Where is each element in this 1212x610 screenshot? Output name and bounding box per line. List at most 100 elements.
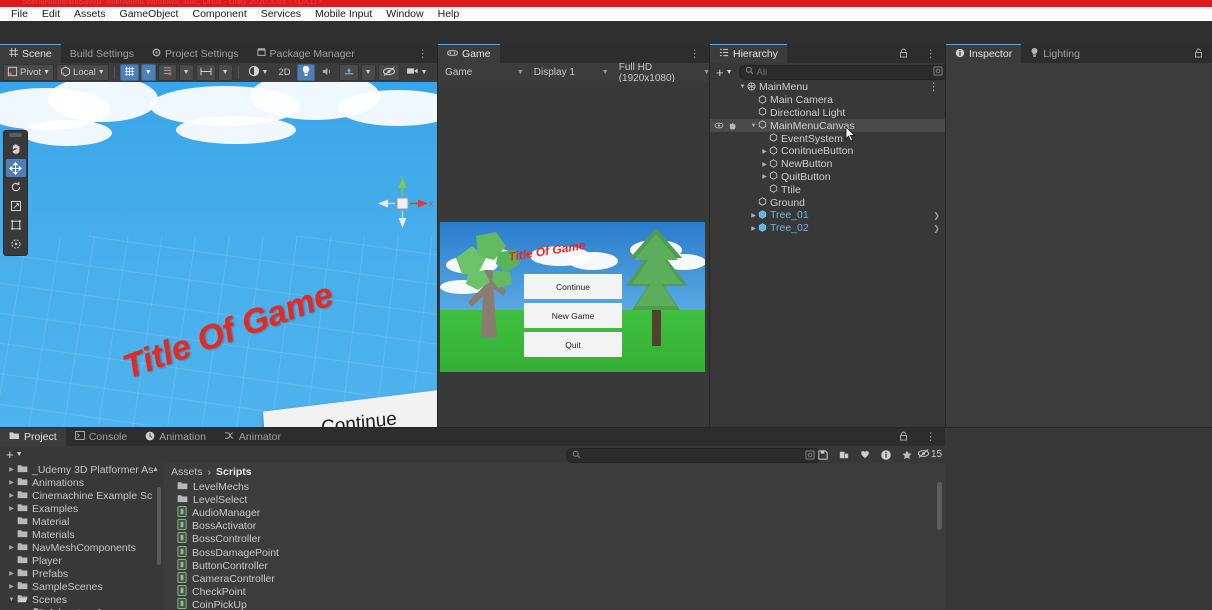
project-tree-item--udemy-3d-platformer-as[interactable]: ▶_Udemy 3D Platformer As▲ <box>0 463 163 476</box>
project-panel-menu[interactable]: ⋮ <box>917 428 946 446</box>
menu-item-assets[interactable]: Assets <box>67 7 113 21</box>
chevron-right-icon[interactable]: ❯ <box>933 211 940 220</box>
hierarchy-item-eventsystem[interactable]: EventSystem <box>710 132 945 145</box>
expand-arrow[interactable]: ▶ <box>6 505 17 512</box>
project-list-scrollbar[interactable] <box>937 482 942 530</box>
project-asset-cameracontroller[interactable]: CameraController <box>163 572 945 585</box>
expand-arrow[interactable]: ▶ <box>760 161 769 168</box>
expand-arrow[interactable]: ▶ <box>760 173 769 180</box>
breadcrumb-root[interactable]: Assets <box>171 466 203 478</box>
game-viewport[interactable]: Title Of Game Continue New Game Quit <box>438 82 709 427</box>
align-dropdown[interactable]: ▼ <box>218 64 233 81</box>
expand-arrow[interactable]: ▶ <box>6 479 17 486</box>
project-asset-list[interactable]: LevelMechsLevelSelectAudioManagerBossAct… <box>163 480 945 610</box>
hierarchy-item-tree-01[interactable]: ▶Tree_01❯ <box>710 209 945 222</box>
expand-arrow[interactable]: ▶ <box>6 570 17 577</box>
project-tree-item-adventureave[interactable]: AdventureAve <box>0 606 163 610</box>
project-tree-item-samplescenes[interactable]: ▶SampleScenes <box>0 580 163 593</box>
menu-item-component[interactable]: Component <box>185 7 253 21</box>
hierarchy-item-mainmenu[interactable]: ▼MainMenu⋮ <box>710 81 945 94</box>
hierarchy-item-directional-light[interactable]: Directional Light <box>710 107 945 120</box>
expand-arrow[interactable]: ▶ <box>6 583 17 590</box>
project-tree-item-materials[interactable]: Materials <box>0 528 163 541</box>
hierarchy-add-button[interactable]: + ▼ <box>714 65 735 80</box>
expand-arrow[interactable]: ▶ <box>6 492 17 499</box>
game-display-dropdown[interactable]: Display 1 ▼ <box>531 65 612 80</box>
expand-arrow[interactable]: ▶ <box>760 148 769 155</box>
rect-tool[interactable] <box>6 216 26 234</box>
expand-arrow[interactable]: ▼ <box>749 123 758 129</box>
expand-arrow[interactable]: ▶ <box>6 544 17 551</box>
tab-project-settings[interactable]: Project Settings <box>143 45 248 63</box>
project-asset-bosscontroller[interactable]: BossController <box>163 533 945 546</box>
hand-tool[interactable] <box>6 140 26 158</box>
move-tool[interactable] <box>6 159 26 177</box>
pivot-toggle[interactable]: Pivot ▼ <box>3 64 54 81</box>
game-newgame-button[interactable]: New Game <box>524 303 622 328</box>
game-resolution-dropdown[interactable]: Full HD (1920x1080) ▼ <box>616 65 713 80</box>
project-asset-bossdamagepoint[interactable]: BossDamagePoint <box>163 546 945 559</box>
tab-animator[interactable]: Animator <box>215 428 290 446</box>
visibility-toggle[interactable] <box>714 122 737 130</box>
project-tree-item-player[interactable]: Player <box>0 554 163 567</box>
tab-inspector[interactable]: Inspector <box>946 44 1021 63</box>
expand-arrow[interactable]: ▶ <box>6 466 17 473</box>
save-filter-icon[interactable] <box>812 447 833 462</box>
menu-item-gameobject[interactable]: GameObject <box>113 7 186 21</box>
tab-package-manager[interactable]: Package Manager <box>248 45 364 63</box>
hierarchy-item-tree-02[interactable]: ▶Tree_02❯ <box>710 222 945 235</box>
project-search-input[interactable] <box>566 448 821 463</box>
hierarchy-search-input[interactable]: All <box>739 65 949 80</box>
tab-animation[interactable]: Animation <box>136 428 215 446</box>
hierarchy-item-ground[interactable]: Ground <box>710 196 945 209</box>
favorite-filter-icon[interactable] <box>896 447 917 462</box>
expand-arrow[interactable]: ▼ <box>738 84 747 90</box>
scene-panel-menu[interactable]: ⋮ <box>409 45 438 63</box>
hierarchy-item-quitbutton[interactable]: ▶QuitButton <box>710 171 945 184</box>
tab-scene[interactable]: Scene <box>0 44 61 63</box>
game-panel-menu[interactable]: ⋮ <box>681 45 710 63</box>
scale-tool[interactable] <box>6 197 26 215</box>
project-asset-levelselect[interactable]: LevelSelect <box>163 493 945 506</box>
splitter-scene-game[interactable] <box>437 45 438 427</box>
hidden-count[interactable]: 15 <box>917 447 942 462</box>
menu-item-file[interactable]: File <box>4 7 35 21</box>
scene-fx-dropdown[interactable]: ▼ <box>361 64 376 81</box>
tab-lighting[interactable]: Lighting <box>1021 45 1089 63</box>
local-toggle[interactable]: Local ▼ <box>56 64 109 81</box>
splitter-game-hierarchy[interactable] <box>709 45 710 427</box>
transform-tool[interactable] <box>6 235 26 253</box>
grid-snap-dropdown[interactable]: ▼ <box>141 64 156 81</box>
inspector-lock-button[interactable] <box>1185 45 1212 63</box>
project-asset-coinpickup[interactable]: CoinPickUp <box>163 599 945 610</box>
menu-item-edit[interactable]: Edit <box>35 7 67 21</box>
hierarchy-item-ttile[interactable]: Ttile <box>710 183 945 196</box>
game-viewmode-dropdown[interactable]: Game ▼ <box>442 65 527 80</box>
project-asset-levelmechs[interactable]: LevelMechs <box>163 480 945 493</box>
scene-fx-toggle[interactable] <box>339 64 359 81</box>
project-tree-item-scenes[interactable]: ▼Scenes <box>0 593 163 606</box>
align-button[interactable] <box>196 64 216 81</box>
type-filter-icon[interactable] <box>875 447 896 462</box>
project-tree-scrollbar[interactable] <box>157 487 161 565</box>
hierarchy-item-conitnuebutton[interactable]: ▶ConitnueButton <box>710 145 945 158</box>
project-tree-item-cinemachine-example-sc[interactable]: ▶Cinemachine Example Sc <box>0 489 163 502</box>
hierarchy-item-mainmenucanvas[interactable]: ▼MainMenuCanvas <box>710 119 945 132</box>
game-continue-button[interactable]: Continue <box>524 274 622 299</box>
move-snap-dropdown[interactable]: ▼ <box>179 64 194 81</box>
project-asset-checkpoint[interactable]: CheckPoint <box>163 586 945 599</box>
chevron-right-icon[interactable]: ❯ <box>933 224 940 233</box>
project-add-button[interactable]: + ▼ <box>4 447 25 462</box>
move-snap-button[interactable] <box>158 64 177 81</box>
scroll-up-icon[interactable]: ▲ <box>152 466 159 473</box>
project-tree-item-examples[interactable]: ▶Examples <box>0 502 163 515</box>
package-filter-icon[interactable] <box>833 447 854 462</box>
hierarchy-lock-button[interactable] <box>890 45 917 63</box>
menu-item-services[interactable]: Services <box>254 7 308 21</box>
splitter-top-bottom[interactable] <box>0 427 1212 428</box>
scene-orientation-gizmo[interactable]: y x <box>372 174 434 234</box>
project-tree-item-prefabs[interactable]: ▶Prefabs <box>0 567 163 580</box>
menu-item-window[interactable]: Window <box>379 7 430 21</box>
tab-console[interactable]: Console <box>66 428 137 446</box>
project-asset-audiomanager[interactable]: AudioManager <box>163 506 945 519</box>
